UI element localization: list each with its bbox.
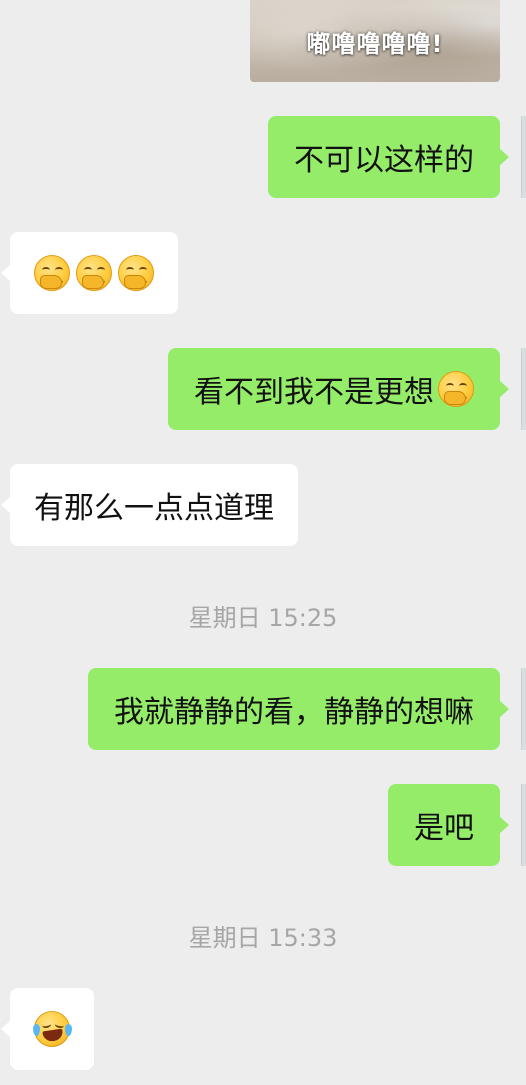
rolling-on-floor-laughing-emoji-icon [33, 1011, 72, 1047]
cover-mouth-smile-emoji-icon [34, 255, 70, 291]
message-text: 是吧 [414, 811, 474, 846]
my-avatar[interactable] [521, 668, 526, 750]
chat-timestamp: 星期日 15:25 [188, 604, 338, 632]
message-text: 有那么一点点道理 [34, 491, 274, 526]
outgoing-message-bubble[interactable]: 看不到我不是更想 [168, 348, 509, 430]
my-avatar[interactable] [521, 116, 526, 198]
incoming-message-bubble[interactable] [1, 988, 94, 1070]
outgoing-message-bubble[interactable]: 我就静静的看，静静的想嘛 [88, 668, 509, 750]
cover-mouth-smile-emoji-icon [438, 371, 474, 407]
image-message[interactable]: 嘟噜噜噜噜! [250, 0, 500, 82]
outgoing-message-bubble[interactable]: 不可以这样的 [268, 116, 509, 198]
cover-mouth-smile-emoji-icon [76, 255, 112, 291]
incoming-message-bubble[interactable]: 有那么一点点道理 [1, 464, 298, 546]
message-text: 我就静静的看，静静的想嘛 [114, 695, 474, 730]
outgoing-message-bubble[interactable]: 是吧 [388, 784, 509, 866]
my-avatar[interactable] [521, 348, 526, 430]
chat-timestamp: 星期日 15:33 [188, 924, 338, 952]
message-text: 看不到我不是更想 [194, 375, 434, 410]
incoming-message-bubble[interactable] [1, 232, 178, 314]
image-message-caption: 嘟噜噜噜噜! [306, 30, 444, 58]
message-text: 不可以这样的 [294, 143, 474, 178]
my-avatar[interactable] [521, 784, 526, 866]
cover-mouth-smile-emoji-icon [118, 255, 154, 291]
